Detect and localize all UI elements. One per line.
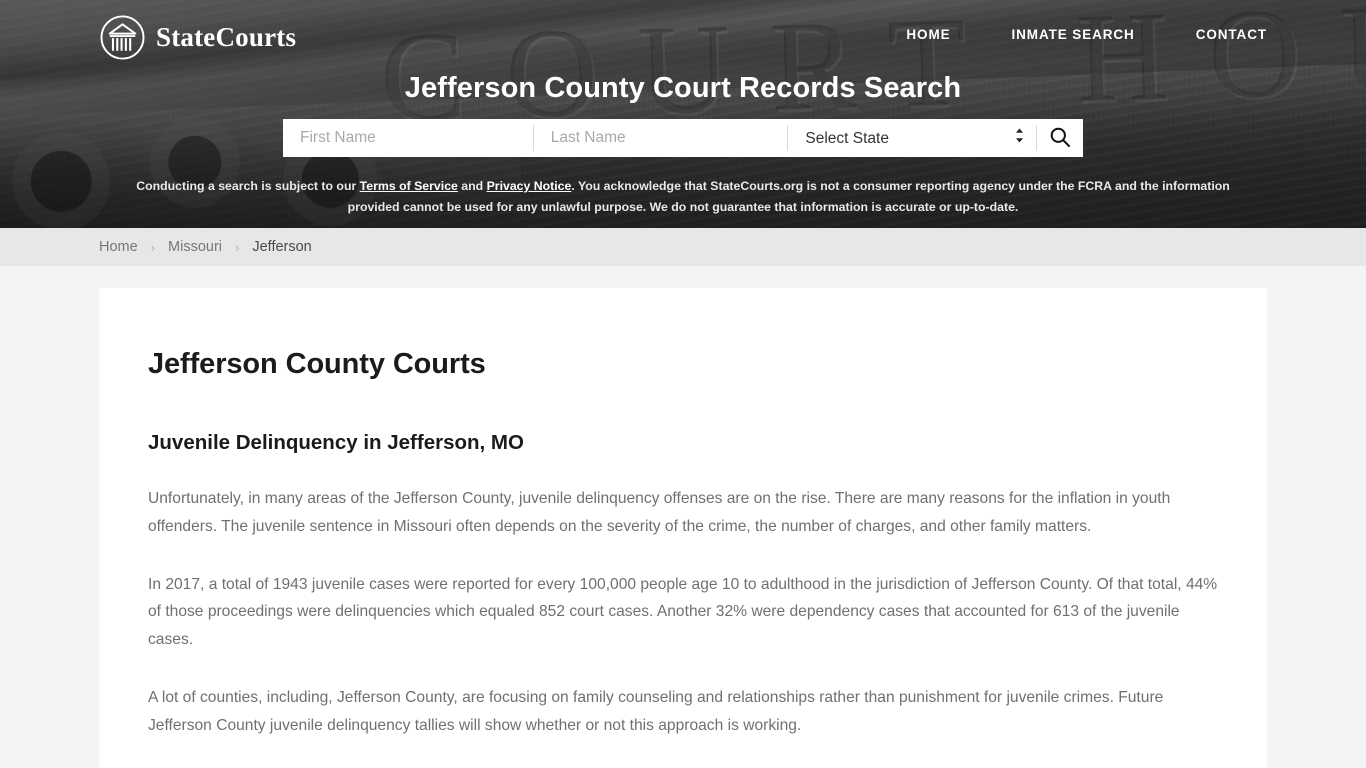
breadcrumb-bar: Home › Missouri › Jefferson [0,228,1366,266]
nav-item-inmate-search[interactable]: INMATE SEARCH [1012,27,1135,42]
content-panel: Jefferson County Courts Juvenile Delinqu… [99,288,1267,768]
magnifier-icon [1049,126,1071,151]
search-disclaimer: Conducting a search is subject to our Te… [131,176,1235,218]
disclaimer-part-2: and [457,179,487,193]
section-title-juvenile-delinquency: Juvenile Delinquency in Jefferson, MO [148,431,524,454]
terms-of-service-link[interactable]: Terms of Service [360,179,458,193]
nav-item-home[interactable]: HOME [906,27,950,42]
paragraph-statistics: In 2017, a total of 1943 juvenile cases … [148,575,1218,649]
site-header: COURT HOUSE StateCourts HOME INMATE [0,0,1366,228]
search-button[interactable] [1037,119,1083,157]
paragraph-outlook: A lot of counties, including, Jefferson … [148,688,1164,734]
paragraph-intro: Unfortunately, in many areas of the Jeff… [148,490,1171,535]
records-search-form: Select State [283,119,1083,157]
breadcrumb-item-missouri[interactable]: Missouri [168,239,222,255]
hero-title: Jefferson County Court Records Search [404,72,962,104]
breadcrumb-item-home[interactable]: Home [99,239,138,255]
first-name-input[interactable] [283,119,533,157]
last-name-input[interactable] [533,119,788,157]
state-select-wrapper: Select State [788,119,1037,157]
breadcrumb: Home › Missouri › Jefferson [99,239,312,255]
page-body: Jefferson County Courts Juvenile Delinqu… [0,266,1366,768]
nav-item-contact[interactable]: CONTACT [1196,27,1267,42]
breadcrumb-item-jefferson: Jefferson [252,239,312,255]
privacy-notice-link[interactable]: Privacy Notice [487,179,572,193]
primary-navigation: HOME INMATE SEARCH CONTACT [906,27,1267,42]
disclaimer-part-1: Conducting a search is subject to our [136,179,360,193]
page-title: Jefferson County Courts [148,348,486,380]
chevron-right-icon: › [235,239,240,255]
courthouse-circle-icon [99,14,146,61]
chevron-right-icon: › [150,239,156,255]
state-select[interactable]: Select State [788,119,1037,157]
site-logo-text: StateCourts [156,22,297,52]
site-logo-link[interactable]: StateCourts [99,14,296,61]
